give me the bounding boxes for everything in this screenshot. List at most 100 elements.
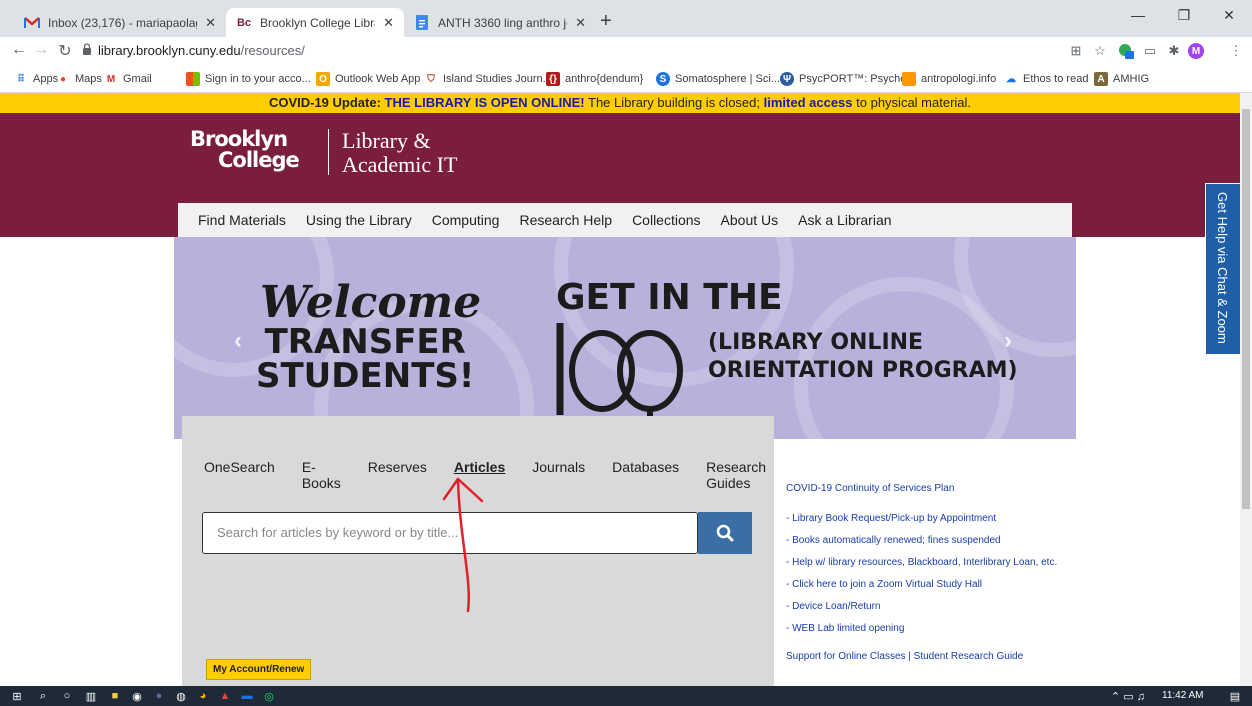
close-icon[interactable]: ✕ xyxy=(575,15,586,31)
banner-loop-text: (LIBRARY ONLINE ORIENTATION PROGRAM) xyxy=(708,329,1018,385)
bookmark-label: AMHIG xyxy=(1113,73,1150,85)
close-icon[interactable]: ✕ xyxy=(205,15,216,31)
nav-computing[interactable]: Computing xyxy=(432,212,500,228)
notification-icon[interactable]: ▤ xyxy=(1228,689,1242,703)
apps-grid-icon[interactable]: ⊞ xyxy=(1068,43,1084,59)
new-tab-button[interactable]: + xyxy=(600,11,612,31)
document-icon[interactable]: ▭ xyxy=(1142,43,1158,59)
bookmark-ethos[interactable]: ☁ Ethos to read xyxy=(1004,72,1088,86)
brooklyn-college-logo[interactable]: Brooklyn College xyxy=(190,129,300,171)
link-web-lab[interactable]: - WEB Lab limited opening xyxy=(786,623,904,634)
bookmark-gmail[interactable]: M Gmail xyxy=(104,72,152,86)
address-toolbar: ← → ↻ library.brooklyn.cuny.edu/resource… xyxy=(0,37,1252,65)
search-icon[interactable]: ⌕ xyxy=(36,689,50,703)
carousel-prev-icon[interactable]: ‹ xyxy=(234,327,242,355)
scrollbar[interactable] xyxy=(1240,93,1252,686)
kebab-menu-icon[interactable]: ⋮ xyxy=(1228,43,1244,59)
nav-collections[interactable]: Collections xyxy=(632,212,700,228)
limited-access-link[interactable]: limited access xyxy=(764,95,853,110)
bookmark-label: Maps xyxy=(75,73,102,85)
docs-icon xyxy=(414,15,430,31)
tab-anth-journals[interactable]: ANTH 3360 ling anthro journals ✕ xyxy=(404,8,596,37)
nav-find-materials[interactable]: Find Materials xyxy=(198,212,286,228)
back-button[interactable]: ← xyxy=(8,41,30,59)
app-icon[interactable]: ▬ xyxy=(240,689,254,703)
reload-button[interactable]: ↻ xyxy=(54,41,76,61)
bookmark-anthrodendum[interactable]: {} anthro{dendum} xyxy=(546,72,643,86)
bookmark-antropologi[interactable]: antropologi.info xyxy=(902,72,996,86)
bookmark-apps[interactable]: ⠿ Apps xyxy=(14,72,58,86)
avatar[interactable]: M xyxy=(1188,43,1204,59)
close-window-button[interactable]: ✕ xyxy=(1206,0,1252,30)
forward-button[interactable]: → xyxy=(30,41,52,59)
bookmark-microsoft[interactable]: Sign in to your acco... xyxy=(186,72,311,86)
tray-icons[interactable]: ⌃ ▭ ♫ xyxy=(1098,689,1158,703)
bookmark-somatosphere[interactable]: S Somatosphere | Sci... xyxy=(656,72,780,86)
my-account-button[interactable]: My Account/Renew xyxy=(206,659,312,680)
amhig-icon: A xyxy=(1094,72,1108,86)
app-icon[interactable]: ◍ xyxy=(174,689,188,703)
nav-using-library[interactable]: Using the Library xyxy=(306,212,412,228)
tab-ebooks[interactable]: E-Books xyxy=(302,459,341,491)
minimize-button[interactable]: — xyxy=(1115,0,1161,30)
tab-journals[interactable]: Journals xyxy=(532,459,585,491)
tab-databases[interactable]: Databases xyxy=(612,459,679,491)
library-title[interactable]: Library & Academic IT xyxy=(342,129,457,177)
orange-square-icon xyxy=(902,72,916,86)
link-continuity-plan[interactable]: COVID-19 Continuity of Services Plan xyxy=(786,483,954,494)
promo-carousel[interactable]: ‹ › Welcome TRANSFER STUDENTS! GET IN TH… xyxy=(174,237,1076,439)
windows-start-icon[interactable]: ⊞ xyxy=(10,689,24,703)
task-view-icon[interactable]: ▥ xyxy=(84,689,98,703)
bookmark-maps[interactable]: ● Maps xyxy=(56,72,102,86)
cortana-icon[interactable]: ○ xyxy=(60,689,74,703)
gmail-icon xyxy=(24,15,40,31)
close-icon[interactable]: ✕ xyxy=(383,15,394,31)
link-online-support[interactable]: Support for Online Classes | Student Res… xyxy=(786,651,1023,662)
covid-banner: COVID-19 Update: THE LIBRARY IS OPEN ONL… xyxy=(0,93,1240,113)
tab-onesearch[interactable]: OneSearch xyxy=(204,459,275,491)
link-auto-renewed[interactable]: - Books automatically renewed; fines sus… xyxy=(786,535,1001,546)
nav-about-us[interactable]: About Us xyxy=(721,212,779,228)
extension-badge-icon[interactable] xyxy=(1118,43,1134,59)
covid-suffix: to physical material. xyxy=(856,95,972,110)
url-field[interactable]: library.brooklyn.cuny.edu/resources/ xyxy=(98,43,305,58)
bookmark-psycport[interactable]: Ψ PsycPORT™: Psycho... xyxy=(780,72,916,86)
app-icon[interactable]: ◉ xyxy=(130,689,144,703)
bookmark-island-studies[interactable]: ⛉ Island Studies Journ... xyxy=(424,72,552,86)
lock-icon xyxy=(83,43,91,55)
bookmark-label: Somatosphere | Sci... xyxy=(675,73,780,85)
search-button[interactable] xyxy=(698,512,752,554)
taskbar-clock[interactable]: 11:42 AM xyxy=(1162,690,1204,701)
scrollbar-thumb[interactable] xyxy=(1242,109,1250,509)
help-chat-tab[interactable]: Get Help via Chat & Zoom xyxy=(1205,183,1240,355)
whatsapp-icon[interactable]: ◎ xyxy=(262,689,276,703)
outlook-icon: O xyxy=(316,72,330,86)
link-device-loan[interactable]: - Device Loan/Return xyxy=(786,601,881,612)
help-chat-label: Get Help via Chat & Zoom xyxy=(1215,192,1230,344)
windows-taskbar: ⊞ ⌕ ○ ▥ ■ ◉ ● ◍ ◕ ▲ ▬ ◎ ⌃ ▭ ♫ 11:42 AM ▤ xyxy=(0,686,1252,706)
browser-tab-strip: Inbox (23,176) - mariapaolagritti ✕ Bc B… xyxy=(0,0,1252,37)
tab-research-guides[interactable]: Research Guides xyxy=(706,459,774,491)
tab-gmail[interactable]: Inbox (23,176) - mariapaolagritti ✕ xyxy=(14,8,226,37)
maximize-button[interactable]: ❐ xyxy=(1161,0,1207,30)
puzzle-icon[interactable]: ✱ xyxy=(1166,43,1182,59)
web-page: COVID-19 Update: THE LIBRARY IS OPEN ONL… xyxy=(0,93,1240,686)
link-book-request[interactable]: - Library Book Request/Pick-up by Appoin… xyxy=(786,513,996,524)
star-icon[interactable]: ☆ xyxy=(1092,43,1108,59)
link-zoom-study-hall[interactable]: - Click here to join a Zoom Virtual Stud… xyxy=(786,579,982,590)
tab-reserves[interactable]: Reserves xyxy=(368,459,427,491)
app-icon[interactable]: ▲ xyxy=(218,689,232,703)
bookmark-outlook[interactable]: O Outlook Web App xyxy=(316,72,420,86)
banner-transfer: TRANSFER STUDENTS! xyxy=(256,325,474,393)
teams-icon[interactable]: ● xyxy=(152,689,166,703)
bookmark-label: antropologi.info xyxy=(921,73,997,85)
covid-open-link[interactable]: THE LIBRARY IS OPEN ONLINE! xyxy=(385,95,585,110)
nav-ask-librarian[interactable]: Ask a Librarian xyxy=(798,212,891,228)
link-help-resources[interactable]: - Help w/ library resources, Blackboard,… xyxy=(786,557,1057,568)
chrome-icon[interactable]: ◕ xyxy=(196,689,210,703)
nav-research-help[interactable]: Research Help xyxy=(519,212,612,228)
tab-brooklyn-library[interactable]: Bc Brooklyn College Library ✕ xyxy=(226,8,404,37)
banner-loop-line1: (LIBRARY ONLINE xyxy=(708,330,924,355)
file-explorer-icon[interactable]: ■ xyxy=(108,689,122,703)
bookmark-amhig[interactable]: A AMHIG xyxy=(1094,72,1149,86)
